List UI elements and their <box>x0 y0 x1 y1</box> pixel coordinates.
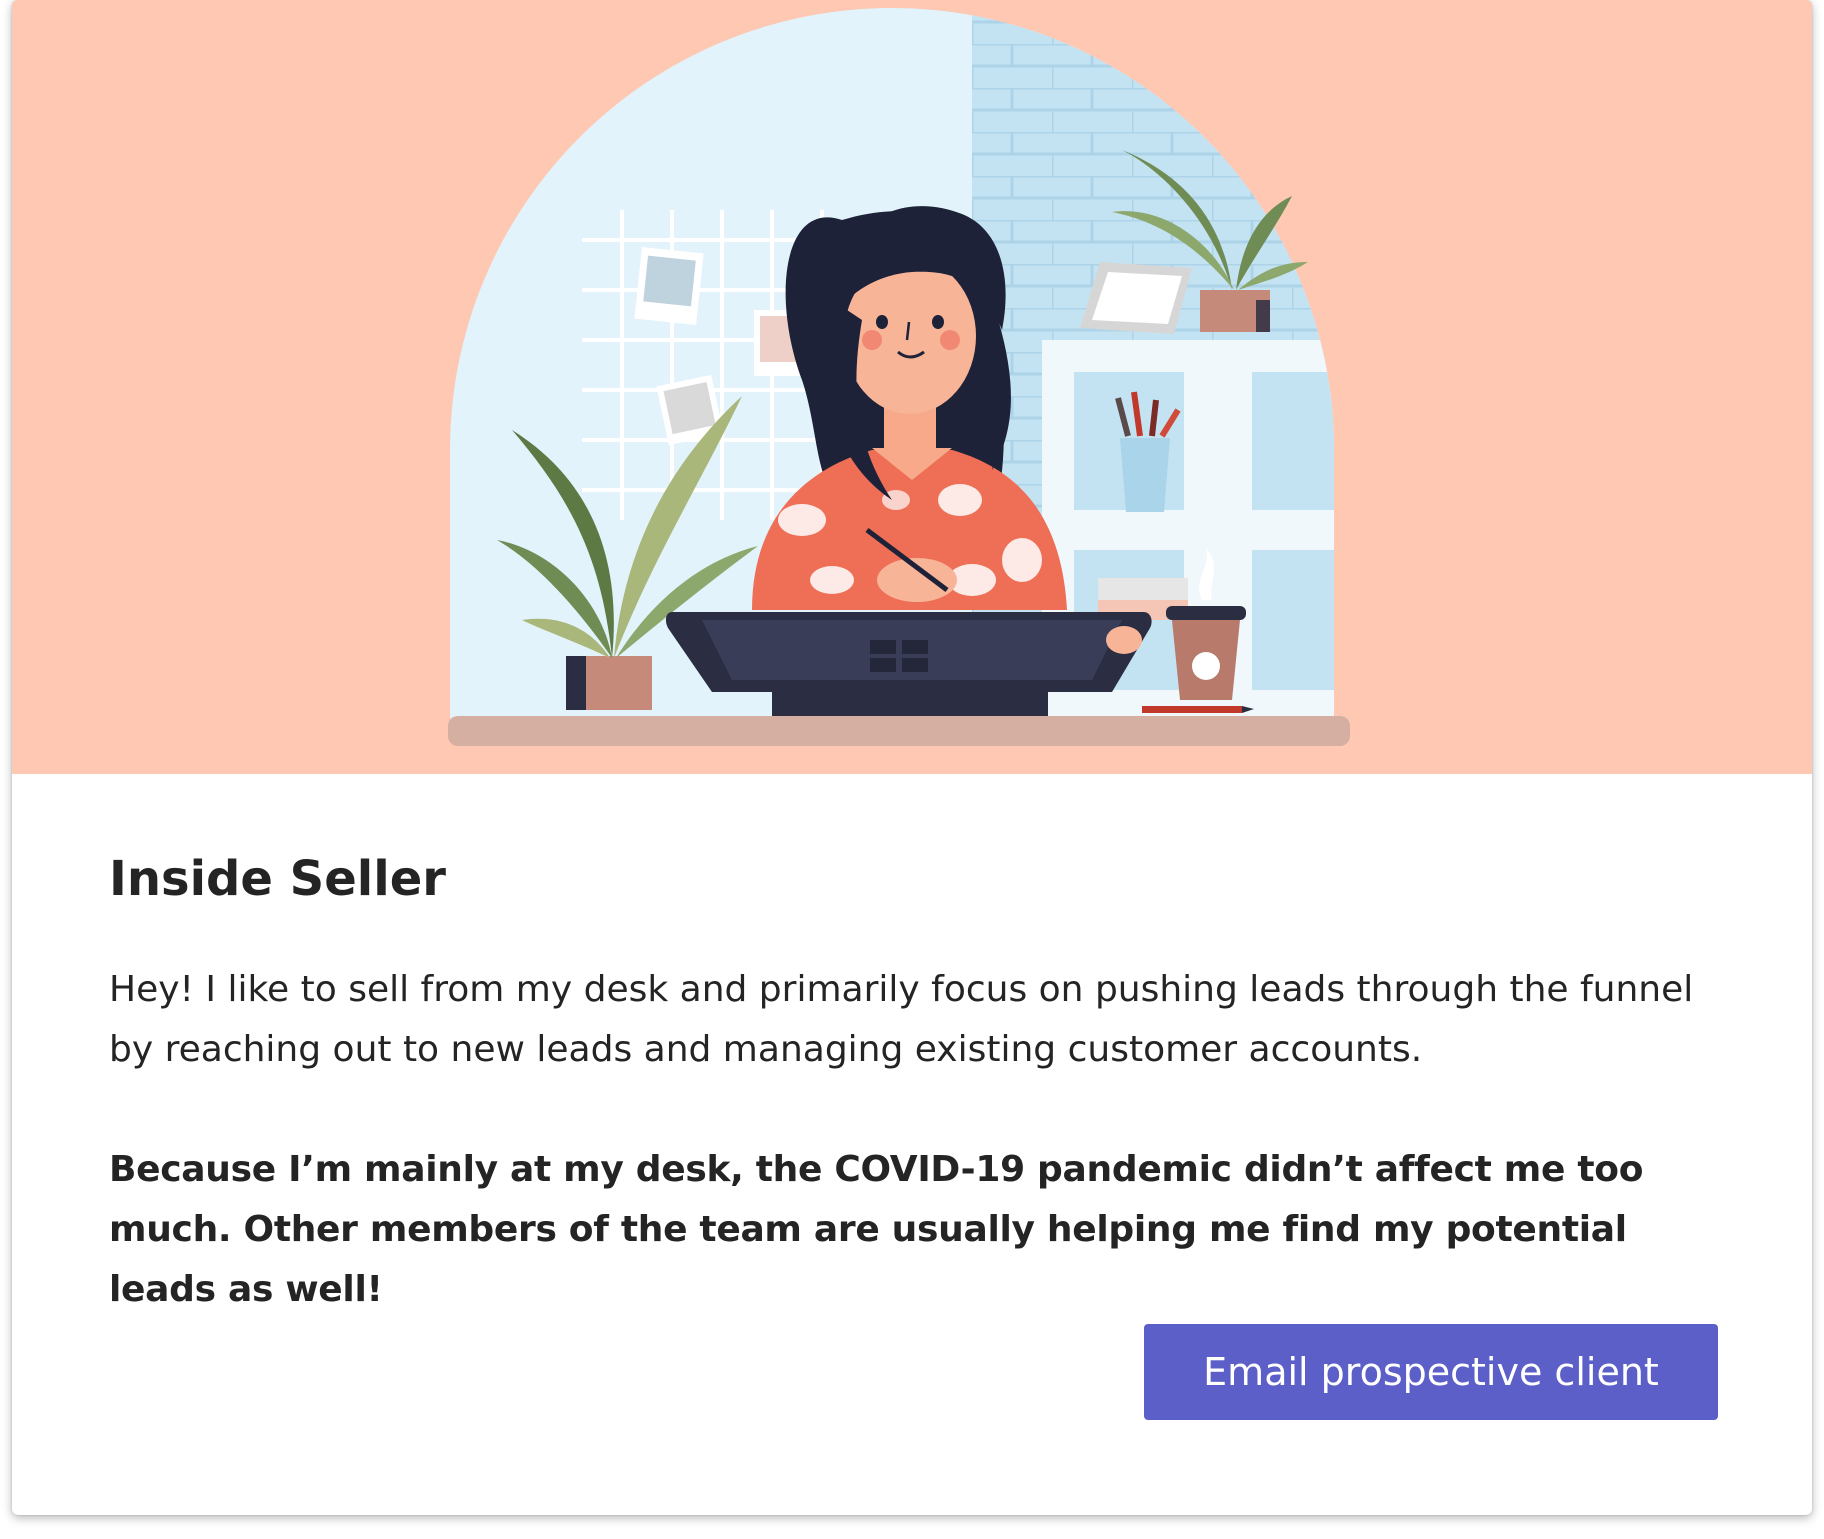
persona-title: Inside Seller <box>109 851 446 907</box>
persona-card: Inside Seller Hey! I like to sell from m… <box>12 0 1812 1515</box>
email-prospective-client-button[interactable]: Email prospective client <box>1144 1324 1718 1420</box>
persona-note-text: Because I’m mainly at my desk, the COVID… <box>109 1149 1644 1310</box>
persona-intro-text: Hey! I like to sell from my desk and pri… <box>109 969 1694 1070</box>
seller-illustration <box>448 8 1350 746</box>
hero-banner <box>12 0 1812 774</box>
